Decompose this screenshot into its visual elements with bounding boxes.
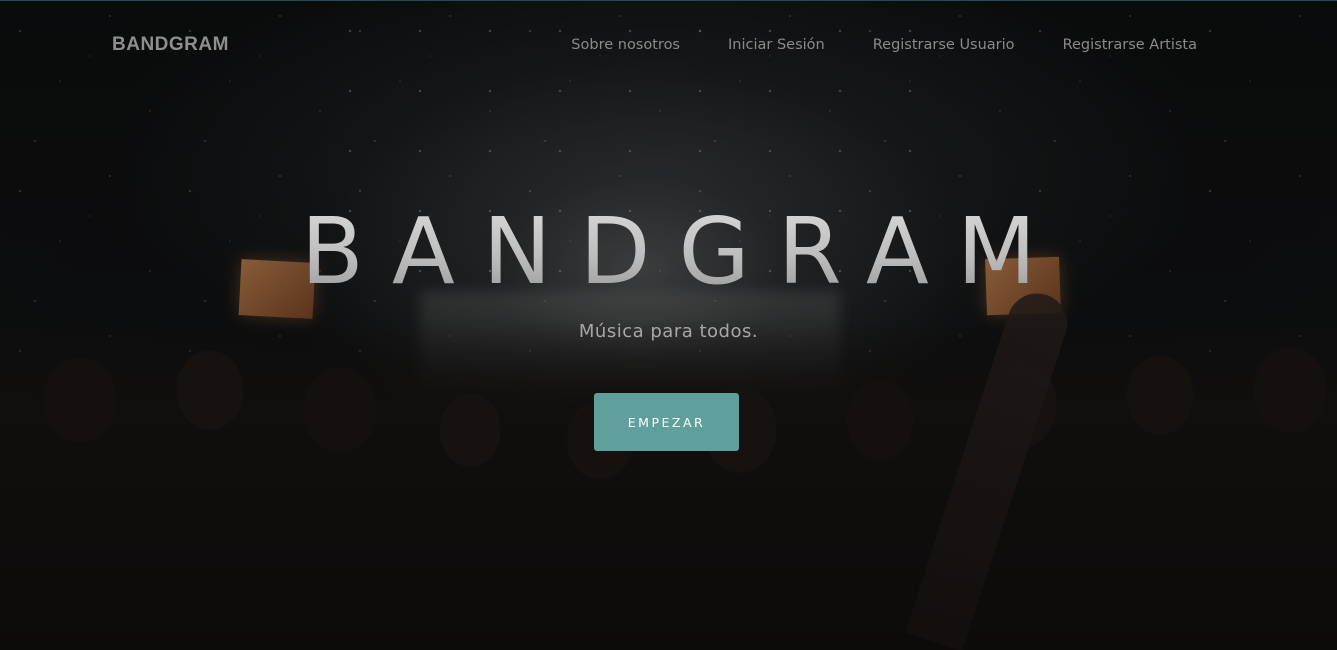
brand-logo-link[interactable]: BANDGRAM <box>112 34 229 56</box>
nav-link-register-artist[interactable]: Registrarse Artista <box>1063 37 1197 53</box>
hero-section: BANDGRAM Sobre nosotros Iniciar Sesión R… <box>0 0 1337 650</box>
start-button[interactable]: EMPEZAR <box>594 393 739 451</box>
hero-title: BANDGRAM <box>0 206 1337 298</box>
nav-link-about[interactable]: Sobre nosotros <box>571 37 680 53</box>
nav-link-register-user[interactable]: Registrarse Usuario <box>873 37 1015 53</box>
nav-link-login[interactable]: Iniciar Sesión <box>728 37 825 53</box>
hero-subtitle: Música para todos. <box>578 321 759 342</box>
nav-links: Sobre nosotros Iniciar Sesión Registrars… <box>571 37 1197 53</box>
top-navbar: BANDGRAM Sobre nosotros Iniciar Sesión R… <box>0 1 1337 91</box>
